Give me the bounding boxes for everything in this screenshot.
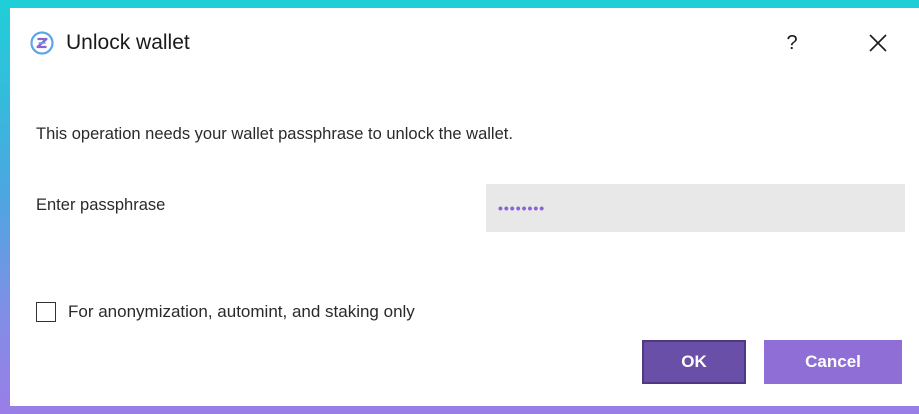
title-bar: Unlock wallet ? [10,8,919,80]
passphrase-input[interactable]: •••••••• [486,184,905,232]
help-button[interactable]: ? [774,26,810,60]
dialog-title: Unlock wallet [66,31,190,54]
close-button[interactable] [860,26,896,60]
unlock-message: This operation needs your wallet passphr… [36,125,513,143]
staking-only-label: For anonymization, automint, and staking… [68,302,415,321]
close-icon [860,34,896,64]
unlock-wallet-dialog: Unlock wallet ? This operation needs you… [10,8,919,406]
ok-button[interactable]: OK [642,340,746,384]
passphrase-label: Enter passphrase [36,196,166,214]
wallet-app-icon [30,31,54,55]
staking-only-checkbox[interactable] [36,302,56,322]
passphrase-masked-value: •••••••• [498,200,546,216]
window-frame: Unlock wallet ? This operation needs you… [0,0,919,414]
cancel-button[interactable]: Cancel [764,340,902,384]
